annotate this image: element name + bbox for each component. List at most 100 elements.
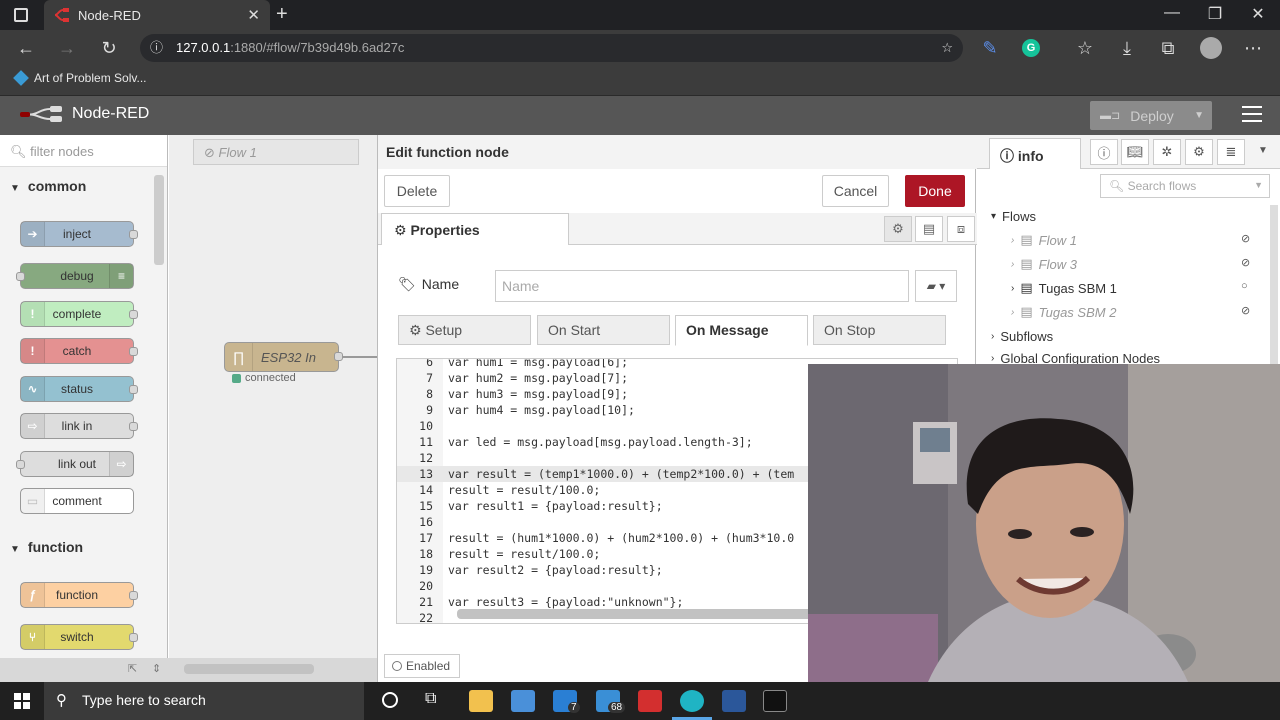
palette-node-catch[interactable]: ! catch — [20, 338, 138, 364]
description-icon[interactable]: ▤ — [915, 216, 943, 242]
close-window-icon[interactable]: ✕ — [1246, 4, 1270, 24]
back-icon[interactable]: ← — [15, 38, 37, 59]
forward-icon[interactable]: → — [56, 38, 78, 59]
tree-flows-header[interactable]: ▾ Flows — [991, 205, 1036, 227]
chevron-down-icon: ▾ — [991, 210, 997, 222]
palette-node-link-out[interactable]: link out ⇨ — [16, 451, 134, 477]
code-text: var hum3 = msg.payload[9]; — [448, 387, 629, 401]
database-icon[interactable]: ≣ — [1217, 139, 1245, 165]
deploy-button[interactable]: ▬⊐ Deploy ▼ — [1090, 101, 1212, 130]
toggle-circle-icon — [392, 661, 402, 671]
browser-tab[interactable]: Node-RED ✕ — [44, 0, 270, 30]
chevron-right-icon: › — [991, 352, 995, 364]
taskbar-search[interactable]: ⚲ Type here to search — [44, 682, 364, 720]
delete-button[interactable]: Delete — [384, 175, 450, 207]
close-tab-icon[interactable]: ✕ — [247, 6, 260, 24]
bookmark-item[interactable]: Art of Problem Solv... — [13, 70, 146, 86]
cortana-icon[interactable] — [382, 692, 398, 708]
palette-node-switch[interactable]: ⑂ switch — [20, 624, 138, 650]
flow-icon: ▤ — [1020, 280, 1033, 295]
more-icon[interactable]: ⋯ — [1242, 38, 1264, 59]
deploy-dropdown-icon[interactable]: ▼ — [1194, 110, 1204, 121]
book-icon[interactable]: 📖︎ — [1121, 139, 1149, 165]
tree-flow-item[interactable]: › ▤ Flow 3 — [1011, 253, 1077, 275]
palette-node-link-in[interactable]: ⇨ link in — [20, 413, 138, 439]
acrobat-icon[interactable] — [638, 690, 662, 712]
sidebar-scrollbar[interactable] — [1270, 205, 1278, 365]
horizontal-scrollbar[interactable] — [184, 664, 314, 674]
name-input[interactable]: Name — [495, 270, 909, 302]
bug-icon[interactable]: ✲ — [1153, 139, 1181, 165]
task-view-icon[interactable]: ⧉ — [425, 690, 436, 708]
flow-icon: ▤ — [1020, 304, 1033, 319]
windows-start-icon[interactable] — [14, 693, 30, 709]
word-icon[interactable] — [722, 690, 746, 712]
flow-workspace[interactable]: ⊘ Flow 1 ∏ ESP32 In connected — [169, 135, 377, 658]
favorites-icon[interactable]: ☆ — [1074, 38, 1096, 59]
node-icon-picker[interactable]: ▰ ▾ — [915, 270, 957, 302]
tab-actions-icon[interactable] — [14, 8, 28, 22]
grammarly-icon[interactable]: G — [1022, 39, 1040, 57]
chevron-down-icon[interactable]: ▼ — [1254, 180, 1263, 190]
tree-subflows[interactable]: › Subflows — [991, 325, 1053, 347]
disabled-icon: ⊘ — [1241, 257, 1251, 269]
settings-gear-button[interactable]: ⚙ — [884, 216, 912, 242]
zoom-icon[interactable]: ⇱ — [128, 662, 137, 675]
main-menu-icon[interactable] — [1242, 106, 1262, 127]
palette-scrollbar[interactable] — [154, 175, 164, 265]
tab-on-stop[interactable]: On Stop — [813, 315, 946, 345]
line-number: 13 — [419, 467, 433, 481]
minimize-icon[interactable]: — — [1160, 4, 1184, 22]
downloads-icon[interactable]: ⤓ — [1116, 38, 1138, 59]
appearance-icon[interactable]: ⧈ — [947, 216, 975, 242]
tree-flow-item[interactable]: › ▤ Flow 1 — [1011, 229, 1077, 251]
config-gear-icon[interactable]: ⚙ — [1185, 139, 1213, 165]
palette-node-status[interactable]: ∿ status — [20, 376, 138, 402]
file-explorer-icon[interactable] — [469, 690, 493, 712]
collections-icon[interactable]: ⧉ — [1157, 38, 1179, 59]
chevron-up-down-icon[interactable]: ⇕ — [152, 662, 161, 675]
node-output-port[interactable] — [334, 352, 343, 361]
reload-icon[interactable]: ↻ — [98, 38, 120, 59]
palette-node-debug[interactable]: debug ≡ — [16, 263, 134, 289]
palette-node-complete[interactable]: ! complete — [20, 301, 138, 327]
esp32-in-node[interactable]: ∏ ESP32 In — [224, 342, 339, 372]
tab-info[interactable]: ⓘ info — [989, 138, 1081, 169]
address-bar[interactable]: ⓘ 127.0.0.1:1880/#flow/7b39d49b.6ad27c ☆ — [140, 34, 963, 62]
exclamation-icon: ! — [21, 339, 45, 363]
enabled-toggle[interactable]: Enabled — [384, 654, 460, 678]
category-function[interactable]: ▼ function — [10, 539, 83, 555]
flow-tab[interactable]: ⊘ Flow 1 — [193, 139, 359, 165]
add-favorite-icon[interactable]: ☆ — [941, 34, 953, 62]
tab-setup[interactable]: ⚙ Setup — [398, 315, 531, 345]
workspace-footer: ⇱ ⇕ — [0, 658, 377, 682]
tree-flow-item[interactable]: › ▤ Tugas SBM 1 — [1011, 277, 1117, 299]
flows-search-input[interactable]: 🔍︎ Search flows ▼ — [1100, 174, 1270, 198]
info-tab-icon[interactable]: ⓘ — [1090, 139, 1118, 165]
tab-on-start[interactable]: On Start — [537, 315, 670, 345]
edge-browser-icon[interactable] — [680, 690, 704, 712]
palette-search[interactable]: 🔍︎ filter nodes — [0, 135, 167, 167]
store-icon[interactable] — [511, 690, 535, 712]
code-text: var hum1 = msg.payload[6]; — [448, 358, 629, 369]
tab-on-message[interactable]: On Message — [675, 315, 808, 346]
node-red-logo-icon — [20, 106, 62, 122]
category-common[interactable]: ▼ common — [10, 178, 86, 194]
tree-flow-item[interactable]: › ▤ Tugas SBM 2 — [1011, 301, 1116, 323]
profile-avatar[interactable] — [1200, 37, 1222, 59]
pen-extension-icon[interactable]: ✎ — [979, 38, 1001, 59]
cancel-button[interactable]: Cancel — [822, 175, 889, 207]
done-button[interactable]: Done — [905, 175, 965, 207]
palette-node-function[interactable]: ƒ function — [20, 582, 138, 608]
serial-icon: ∏ — [225, 343, 253, 371]
palette-node-inject[interactable]: ➔ inject — [20, 221, 138, 247]
sidebar-menu-chevron-icon[interactable]: ▼ — [1258, 145, 1268, 156]
palette-node-comment[interactable]: ▭ comment — [20, 488, 134, 514]
terminal-icon[interactable] — [763, 690, 787, 712]
webcam-overlay — [808, 364, 1280, 682]
info-icon[interactable]: ⓘ — [150, 34, 163, 62]
tray-title: Edit function node — [378, 135, 977, 169]
restore-icon[interactable]: ❐ — [1203, 4, 1227, 24]
new-tab-icon[interactable]: + — [276, 3, 288, 26]
tab-properties[interactable]: ⚙ Properties — [381, 213, 569, 245]
